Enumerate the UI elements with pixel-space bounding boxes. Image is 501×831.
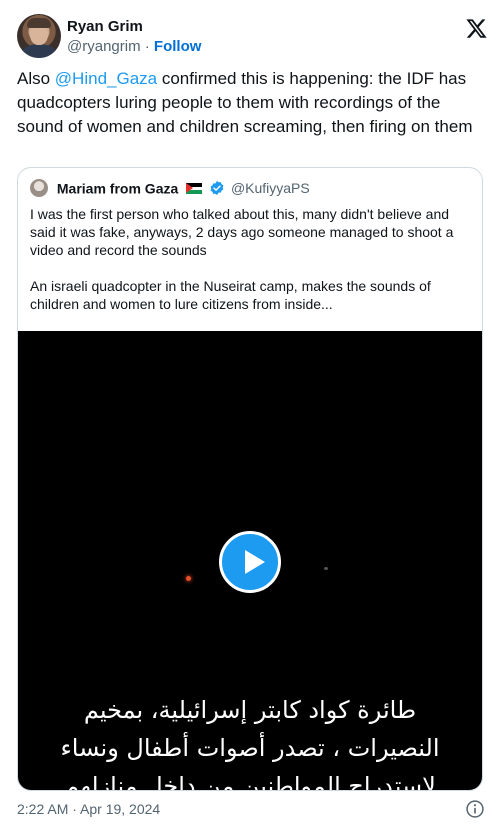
subtitle-line-2: النصيرات ، تصدر أصوات أطفال ونساء [60,734,440,762]
quoted-tweet[interactable]: Mariam from Gaza @KufiyyaPS I was the fi… [17,167,483,791]
subtitle-line-1: طائرة كواد كابتر إسرائيلية، بمخيم [83,696,417,724]
separator: · [144,38,150,55]
play-icon [245,550,265,574]
info-icon[interactable] [465,799,485,819]
tweet-timestamp[interactable]: 2:22 AM · Apr 19, 2024 [17,801,160,817]
quoted-paragraph-1: I was the first person who talked about … [30,206,454,258]
video-subtitles: طائرة كواد كابتر إسرائيلية، بمخيم النصير… [48,691,452,791]
tweet-text-prefix: Also [17,69,55,88]
author-handle[interactable]: @ryangrim [67,38,141,55]
verified-badge-icon [210,181,224,196]
video-player[interactable]: طائرة كواد كابتر إسرائيلية، بمخيم النصير… [18,331,482,791]
quoted-author-handle[interactable]: @KufiyyaPS [231,180,310,196]
follow-button[interactable]: Follow [154,38,202,55]
author-name[interactable]: Ryan Grim [67,18,143,35]
quoted-paragraph-2: An israeli quadcopter in the Nuseirat ca… [30,278,431,312]
x-logo-icon[interactable] [465,18,487,40]
quoted-tweet-header: Mariam from Gaza @KufiyyaPS [30,179,310,199]
tweet-card: Ryan Grim @ryangrim · Follow Also @Hind_… [0,0,501,831]
tweet-text: Also @Hind_Gaza confirmed this is happen… [17,67,487,139]
author-handle-line: @ryangrim · Follow [67,38,201,55]
author-avatar[interactable] [17,14,61,58]
quoted-author-avatar[interactable] [30,179,48,198]
play-button[interactable] [219,531,281,593]
palestine-flag-icon [186,182,203,194]
mention-link[interactable]: @Hind_Gaza [55,69,157,88]
tweet-header: Ryan Grim @ryangrim · Follow [17,12,487,62]
light-spot [186,576,191,581]
quoted-tweet-text: I was the first person who talked about … [30,205,470,331]
quoted-author-name[interactable]: Mariam from Gaza [57,180,178,196]
subtitle-line-3: لاستدراج المواطنين من داخل منازلهم [64,772,436,791]
distant-light [324,567,328,570]
